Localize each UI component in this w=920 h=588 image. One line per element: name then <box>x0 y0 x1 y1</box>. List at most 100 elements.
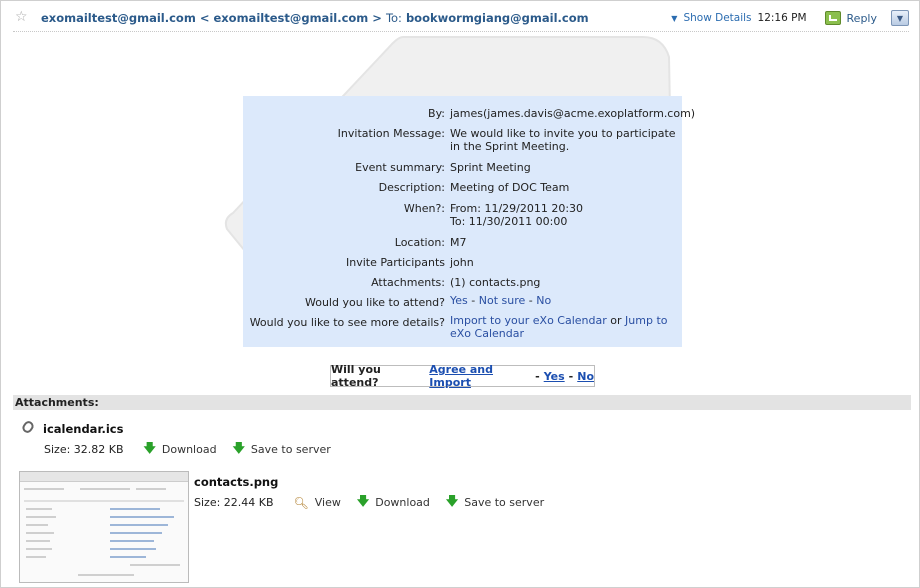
save-to-server-icon[interactable]: 🡇 <box>233 439 245 460</box>
invite-value: james(james.davis@acme.exoplatform.com) <box>450 107 696 120</box>
triangle-down-icon[interactable]: ▼ <box>671 14 677 23</box>
thumbnail-detail <box>80 488 130 490</box>
invite-label: Event summary: <box>355 161 445 174</box>
recipient-address[interactable]: bookwormgiang@gmail.com <box>406 11 589 25</box>
agree-import-link[interactable]: Agree and Import <box>429 363 531 389</box>
invite-label: Attachments: <box>371 276 445 289</box>
thumbnail-detail <box>110 516 174 518</box>
download-link[interactable]: Download <box>375 496 430 509</box>
separator: - <box>525 294 537 307</box>
attachment-thumbnail[interactable] <box>19 471 189 583</box>
invite-row-participants: Invite Participants john <box>243 256 682 269</box>
invite-value: john <box>450 256 474 269</box>
thumbnail-detail <box>78 574 134 576</box>
invite-row-by: By: james(james.davis@acme.exoplatform.c… <box>243 107 696 120</box>
invite-label: Would you like to attend? <box>305 296 445 309</box>
save-to-server-link[interactable]: Save to server <box>251 443 331 456</box>
thumbnail-detail <box>26 556 46 558</box>
when-to: To: 11/30/2011 00:00 <box>450 215 568 228</box>
thumbnail-detail <box>110 556 146 558</box>
thumbnail-detail <box>26 532 54 534</box>
thumbnail-detail <box>24 488 64 490</box>
view-link[interactable]: View <box>315 496 341 509</box>
thumbnail-detail <box>26 508 52 510</box>
attend-no-link[interactable]: No <box>536 294 551 307</box>
attend-prompt: Will you attend? Agree and Import - Yes … <box>330 363 595 389</box>
email-view: ☆ exomailtest@gmail.com < exomailtest@gm… <box>0 0 920 588</box>
invite-row-summary: Event summary: Sprint Meeting <box>243 161 682 174</box>
attachment-name[interactable]: icalendar.ics <box>43 422 123 436</box>
thumbnail-detail <box>110 524 168 526</box>
invite-value: From: 11/29/2011 20:30 To: 11/30/2011 00… <box>450 202 682 228</box>
download-link[interactable]: Download <box>162 443 217 456</box>
invite-row-description: Description: Meeting of DOC Team <box>243 181 682 194</box>
separator: - <box>535 369 540 383</box>
thumbnail-detail <box>110 508 160 510</box>
invite-row-attend: Would you like to attend? Yes - Not sure… <box>243 294 682 309</box>
separator: or <box>606 314 626 327</box>
invite-label: By: <box>428 107 445 120</box>
invite-value: We would like to invite you to participa… <box>450 127 676 153</box>
invite-label: Would you like to see more details? <box>249 316 445 329</box>
invite-value: M7 <box>450 236 467 249</box>
thumbnail-detail <box>110 548 156 550</box>
when-from: From: 11/29/2011 20:30 <box>450 202 584 215</box>
reply-icon[interactable] <box>824 11 841 25</box>
download-icon[interactable]: 🡇 <box>357 492 369 513</box>
thumbnail-detail <box>26 548 52 550</box>
to-label: To: <box>385 11 402 25</box>
attachment-name[interactable]: contacts.png <box>194 475 278 489</box>
thumbnail-detail <box>26 524 48 526</box>
header-divider <box>13 31 909 32</box>
attend-no-button[interactable]: No <box>577 370 594 383</box>
save-to-server-icon[interactable]: 🡇 <box>446 492 458 513</box>
separator: - <box>568 369 574 383</box>
thumbnail-detail <box>136 488 166 490</box>
invite-row-message: Invitation Message: We would like to inv… <box>243 127 682 153</box>
attachment-size: Size: 22.44 KB <box>194 496 274 509</box>
invite-value: Meeting of DOC Team <box>450 181 570 194</box>
invite-value: (1) contacts.png <box>450 276 541 289</box>
attend-yes-link[interactable]: Yes <box>450 294 468 307</box>
save-to-server-link[interactable]: Save to server <box>464 496 544 509</box>
show-details-link[interactable]: Show Details <box>683 12 751 24</box>
download-icon[interactable]: 🡇 <box>144 439 156 460</box>
email-header: ☆ exomailtest@gmail.com < exomailtest@gm… <box>1 1 919 31</box>
magnifier-icon[interactable]: 🔍︎ <box>294 496 309 510</box>
invitation-panel: By: james(james.davis@acme.exoplatform.c… <box>243 96 696 347</box>
thumbnail-detail <box>130 564 180 566</box>
thumbnail-detail <box>26 516 56 518</box>
reply-button[interactable]: Reply <box>847 12 877 25</box>
invite-label: Location: <box>394 236 445 249</box>
import-calendar-link[interactable]: Import to your eXo Calendar <box>450 314 607 327</box>
thumbnail-detail <box>26 540 50 542</box>
invite-row-details: Would you like to see more details? Impo… <box>243 314 682 340</box>
sender-address[interactable]: exomailtest@gmail.com < exomailtest@gmai… <box>41 11 382 25</box>
invite-label: When?: <box>403 202 445 215</box>
invite-label: Invite Participants <box>346 256 445 269</box>
thumbnail-titlebar <box>20 472 188 482</box>
attend-not-sure-link[interactable]: Not sure <box>479 294 526 307</box>
thumbnail-detail <box>24 500 184 502</box>
thumbnail-detail <box>110 540 154 542</box>
header-actions: ▼ Show Details 12:16 PM Reply ▼ <box>671 10 909 26</box>
separator: - <box>467 294 479 307</box>
attachment-info: Size: 32.82 KB 🡇 Download 🡇 Save to serv… <box>44 439 341 460</box>
chevron-down-icon: ▼ <box>896 13 904 23</box>
invite-value: Sprint Meeting <box>450 161 531 174</box>
thumbnail-detail <box>110 532 162 534</box>
sender-line: exomailtest@gmail.com < exomailtest@gmai… <box>41 11 589 25</box>
email-time: 12:16 PM <box>757 12 807 24</box>
attachment-info: Size: 22.44 KB 🔍︎ View 🡇 Download 🡇 Save… <box>194 492 554 513</box>
invite-row-location: Location: M7 <box>243 236 682 249</box>
paperclip-icon <box>20 419 36 435</box>
attend-yes-button[interactable]: Yes <box>544 370 565 383</box>
invite-row-attachments: Attachments: (1) contacts.png <box>243 276 682 289</box>
star-icon[interactable]: ☆ <box>15 9 28 25</box>
attachment-size: Size: 32.82 KB <box>44 443 124 456</box>
more-actions-button[interactable]: ▼ <box>891 10 909 26</box>
invite-row-when: When?: From: 11/29/2011 20:30 To: 11/30/… <box>243 202 682 228</box>
attachments-header: Attachments: <box>13 395 911 410</box>
invite-label: Invitation Message: <box>337 127 445 140</box>
invite-label: Description: <box>378 181 445 194</box>
